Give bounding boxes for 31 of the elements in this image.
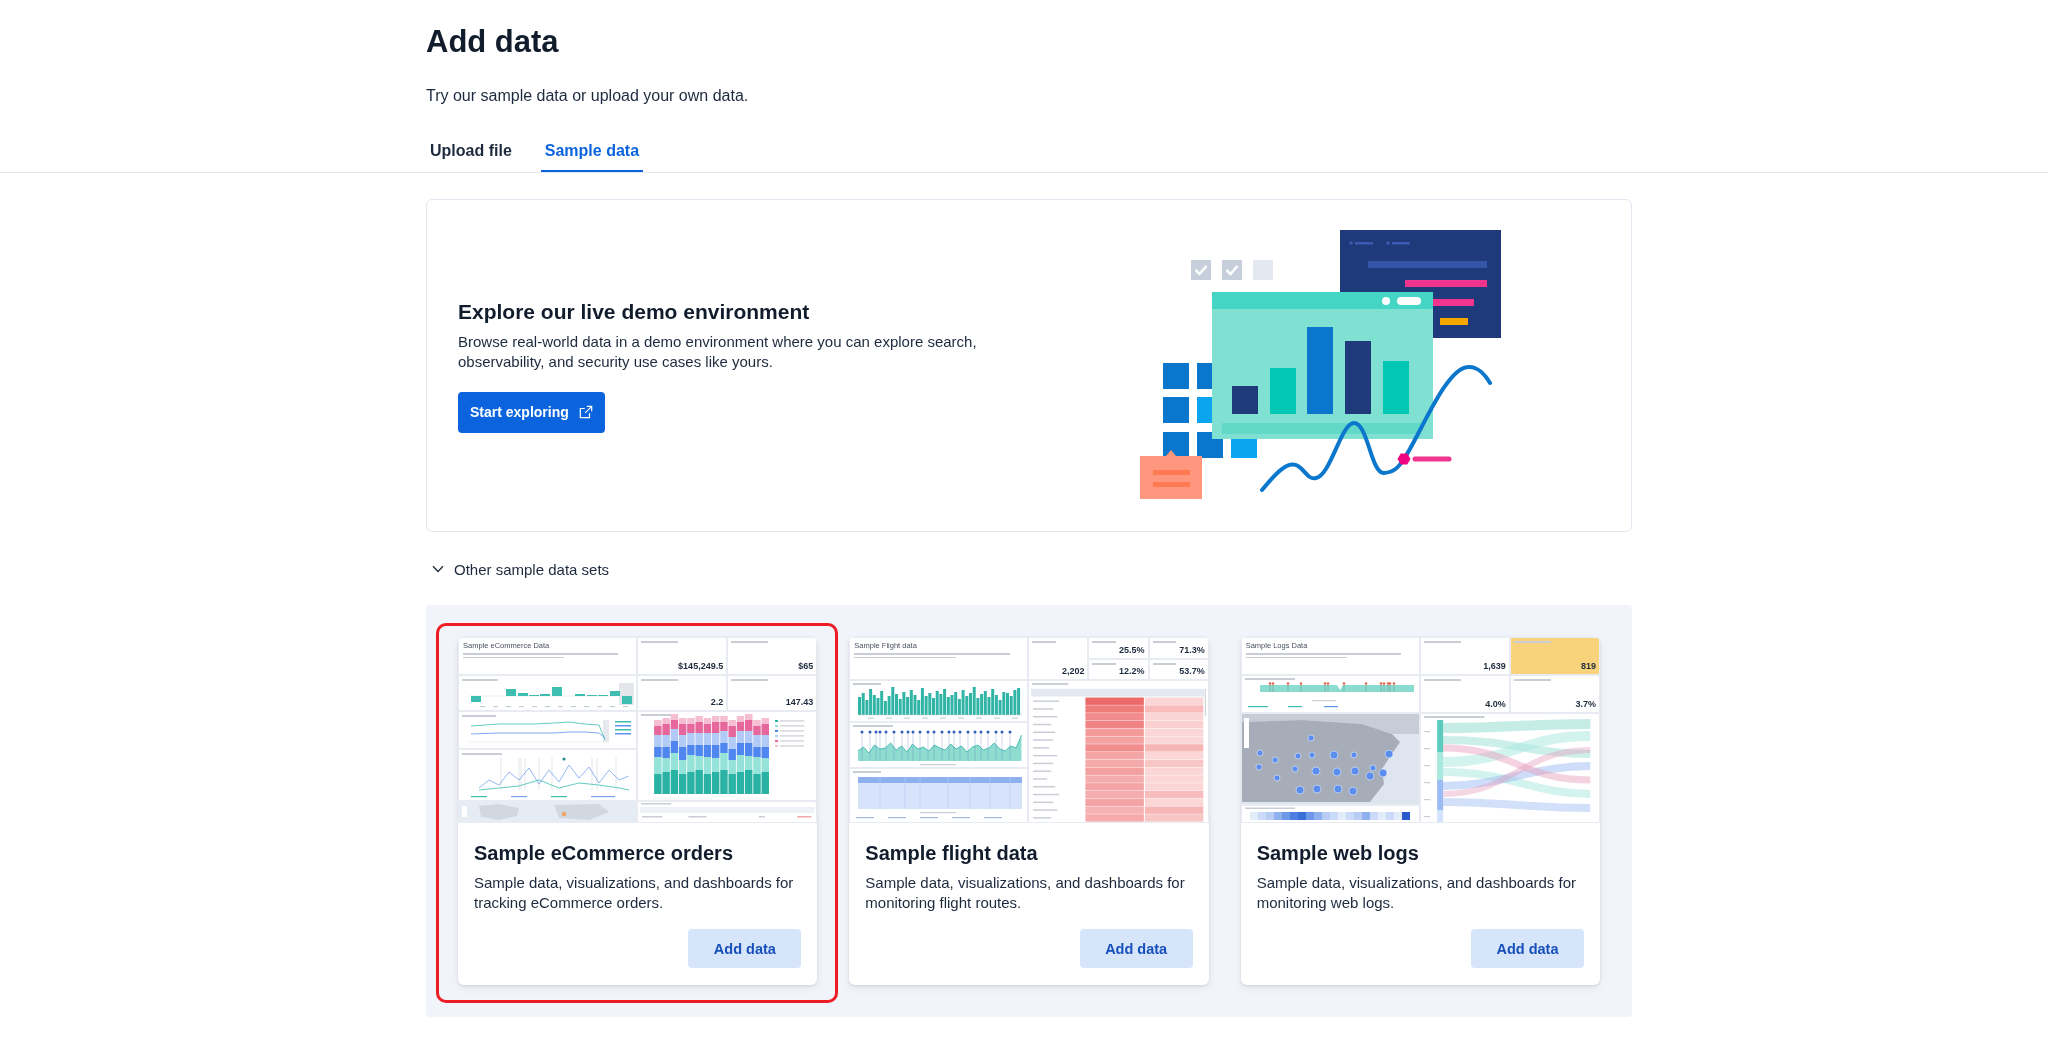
start-exploring-button[interactable]: Start exploring bbox=[458, 391, 605, 433]
metric-value: 147.43 bbox=[785, 697, 814, 707]
external-link-icon bbox=[578, 405, 593, 419]
page-title: Add data bbox=[426, 23, 560, 61]
metric-value: 2,202 bbox=[1061, 666, 1085, 676]
other-sample-data-sets-toggle[interactable]: Other sample data sets bbox=[426, 557, 610, 581]
metric-value: 4.0% bbox=[1485, 699, 1506, 709]
metric-value: $65 bbox=[798, 661, 814, 671]
metric-value: 2.2 bbox=[710, 697, 724, 707]
metric-value: 819 bbox=[1580, 661, 1596, 671]
metric-value: 1,639 bbox=[1483, 661, 1506, 671]
card-title: Sample eCommerce orders bbox=[474, 841, 734, 866]
add-data-button[interactable]: Add data bbox=[1079, 929, 1193, 968]
metric-value: 3.7% bbox=[1575, 699, 1596, 709]
banner-title: Explore our live demo environment bbox=[458, 298, 810, 325]
metric-value: 53.7% bbox=[1179, 666, 1205, 676]
add-data-button[interactable]: Add data bbox=[688, 929, 802, 968]
banner-description: Browse real-world data in a demo environment where you can explore search, observability, and security use cases like yours. bbox=[458, 331, 978, 372]
metric-value: $145,249.5 bbox=[678, 661, 724, 671]
add-data-button[interactable]: Add data bbox=[1471, 929, 1584, 968]
metric-value: 25.5% bbox=[1119, 645, 1145, 655]
card-description: Sample data, visualizations, and dashboards for monitoring flight routes. bbox=[865, 873, 1186, 913]
tab[interactable]: Upload file bbox=[426, 132, 516, 172]
card-description: Sample data, visualizations, and dashboards for tracking eCommerce orders. bbox=[474, 873, 795, 913]
card-title: Sample flight data bbox=[865, 841, 1039, 866]
page-subtitle: Try our sample data or upload your own data. bbox=[426, 86, 750, 106]
metric-value: 12.2% bbox=[1119, 666, 1145, 676]
card-title: Sample web logs bbox=[1256, 841, 1420, 866]
tab[interactable]: Sample data bbox=[540, 132, 644, 172]
card-description: Sample data, visualizations, and dashboards for monitoring web logs. bbox=[1256, 873, 1577, 913]
metric-value: 71.3% bbox=[1179, 645, 1205, 655]
